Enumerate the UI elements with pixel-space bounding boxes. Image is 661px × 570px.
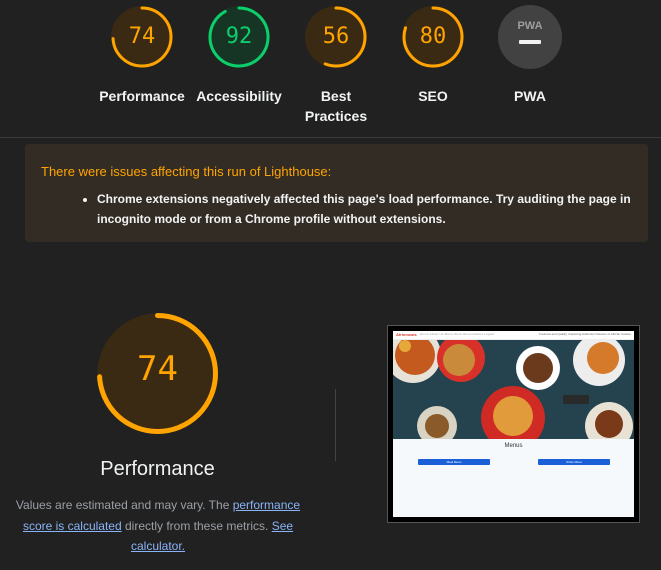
- divider: [335, 389, 336, 461]
- pwa-badge-text: PWA: [517, 20, 542, 32]
- performance-score: 74: [137, 349, 178, 389]
- gauge-performance[interactable]: 74 Performance: [97, 4, 187, 106]
- meal-menu-button: Meal Menu: [418, 459, 490, 465]
- order-menu-button: Order Menu: [538, 459, 610, 465]
- gauge-pwa[interactable]: PWA PWA: [485, 4, 575, 106]
- final-screenshot[interactable]: Afrinmeals Home About Us Menu Store Rese…: [387, 325, 640, 523]
- screenshot-thumbnail: Afrinmeals Home About Us Menu Store Rese…: [393, 331, 634, 517]
- gauge-best-practices[interactable]: 56 Best Practices: [291, 4, 381, 126]
- gauge-label: SEO: [418, 88, 448, 104]
- gauge-score: 92: [225, 24, 253, 49]
- gauge-accessibility[interactable]: 92 Accessibility: [194, 4, 284, 106]
- menus-heading: Menus: [504, 443, 523, 449]
- warning-item: Chrome extensions negatively affected th…: [97, 189, 632, 229]
- gauge-label: Performance: [99, 88, 185, 104]
- gauge-seo[interactable]: 80 SEO: [388, 4, 478, 106]
- gauge-score: 74: [128, 24, 156, 49]
- note-middle: directly from these metrics.: [121, 518, 272, 533]
- pwa-badge-icon: PWA: [498, 5, 562, 69]
- gauge-label: PWA: [514, 88, 546, 104]
- lighthouse-warning: There were issues affecting this run of …: [25, 144, 648, 242]
- site-tagline: Freshest and Quality, Capturing Authenti…: [539, 332, 631, 336]
- note-prefix: Values are estimated and may vary. The: [15, 498, 233, 512]
- category-gauges: 74 Performance 92 Accessibility 56 Best …: [0, 0, 661, 138]
- warning-title: There were issues affecting this run of …: [41, 164, 332, 179]
- food-hero-image: [393, 340, 634, 439]
- performance-note: Values are estimated and may vary. The p…: [10, 495, 306, 557]
- site-logo: Afrinmeals: [396, 332, 417, 337]
- performance-title: Performance: [100, 458, 215, 480]
- gauge-score: 80: [419, 24, 447, 49]
- gauge-label: Best Practices: [304, 88, 368, 124]
- warning-list: Chrome extensions negatively affected th…: [41, 189, 632, 229]
- gauge-label: Accessibility: [196, 88, 282, 104]
- site-navbar: Afrinmeals Home About Us Menu Store Rese…: [393, 331, 634, 340]
- gauge-score: 56: [322, 24, 350, 49]
- site-nav-links: Home About Us Menu Store Reservations Lo…: [420, 332, 495, 336]
